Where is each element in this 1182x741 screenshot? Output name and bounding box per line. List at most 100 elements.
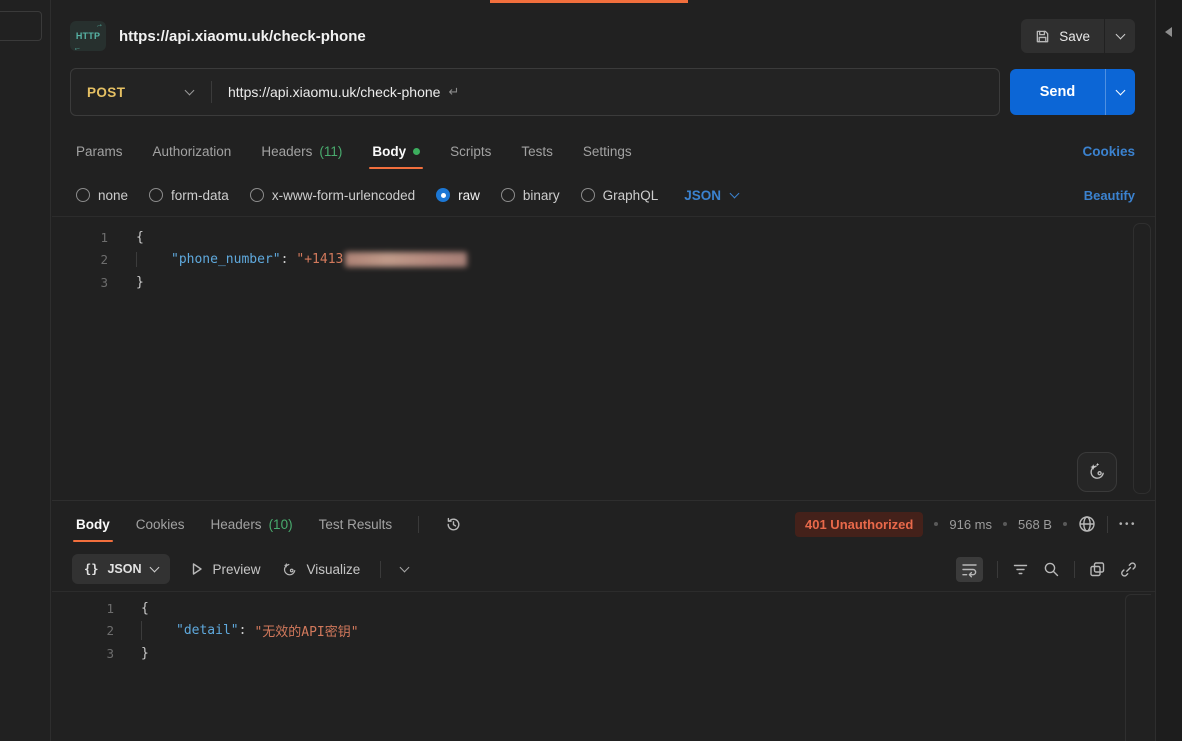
url-box: POST https://api.xiaomu.uk/check-phone ↵ <box>70 68 1000 116</box>
tab-tests[interactable]: Tests <box>521 128 553 174</box>
beautify-link[interactable]: Beautify <box>1084 188 1135 203</box>
body-type-urlencoded[interactable]: x-www-form-urlencoded <box>250 188 415 203</box>
tab-authorization[interactable]: Authorization <box>153 128 232 174</box>
tab-body[interactable]: Body <box>372 128 420 174</box>
share-link-button[interactable] <box>1120 561 1137 578</box>
divider <box>1074 561 1075 578</box>
wrap-text-button[interactable] <box>956 557 983 582</box>
line-number: 2 <box>52 623 114 638</box>
body-type-graphql[interactable]: GraphQL <box>581 188 659 203</box>
line-number: 1 <box>52 230 108 245</box>
postbot-button[interactable] <box>1077 452 1117 492</box>
line-number: 2 <box>52 252 108 267</box>
response-size[interactable]: 568 B <box>1018 517 1052 532</box>
response-time[interactable]: 916 ms <box>949 517 992 532</box>
chevron-down-icon[interactable] <box>400 562 410 572</box>
dot-separator <box>1003 522 1007 526</box>
globe-icon <box>1078 515 1096 533</box>
divider <box>997 561 998 578</box>
tab-params[interactable]: Params <box>76 128 123 174</box>
history-clock-icon <box>445 516 462 533</box>
tab-scripts[interactable]: Scripts <box>450 128 491 174</box>
response-tab-body[interactable]: Body <box>76 501 110 547</box>
search-icon <box>1043 561 1060 578</box>
visualize-button[interactable]: Visualize <box>281 561 361 578</box>
status-badge[interactable]: 401 Unauthorized <box>795 512 923 537</box>
response-tab-headers[interactable]: Headers (10) <box>211 501 293 547</box>
divider <box>380 561 381 578</box>
visualize-sparkle-icon <box>281 561 298 578</box>
line-number: 1 <box>52 601 114 616</box>
active-tab-indicator <box>490 0 688 3</box>
tab-label: Authorization <box>153 144 232 159</box>
redacted-value-blur <box>345 252 467 267</box>
tab-label: Body <box>372 144 406 159</box>
save-label: Save <box>1059 29 1090 44</box>
postbot-sparkle-icon <box>1087 462 1107 482</box>
main-panel: → HTTP ← https://api.xiaomu.uk/check-pho… <box>52 0 1155 741</box>
response-tab-cookies[interactable]: Cookies <box>136 501 185 547</box>
code-line: 2 "detail" : "无效的API密钥" <box>52 620 1155 643</box>
code-token: : <box>239 623 247 638</box>
code-line: 2 "phone_number" : "+1413 <box>52 249 1155 272</box>
request-body-editor[interactable]: 1 { 2 "phone_number" : "+1413 3 } <box>52 216 1155 500</box>
format-label: JSON <box>684 188 721 203</box>
radio-label: none <box>98 188 128 203</box>
cookies-link[interactable]: Cookies <box>1082 144 1135 159</box>
save-icon <box>1035 29 1050 44</box>
filter-button[interactable] <box>1012 561 1029 578</box>
response-tabs: Body Cookies Headers (10) Test Results <box>52 501 1155 547</box>
tab-label: Body <box>76 517 110 532</box>
response-format-selector[interactable]: {} JSON <box>72 554 170 584</box>
radio-label: form-data <box>171 188 229 203</box>
raw-format-selector[interactable]: JSON <box>684 188 738 203</box>
request-tabs: Params Authorization Headers (11) Body S… <box>52 128 1155 174</box>
json-value: "+1413 <box>296 252 343 267</box>
scrollbar-track[interactable] <box>1125 594 1151 741</box>
postman-window: → HTTP ← https://api.xiaomu.uk/check-pho… <box>0 0 1182 741</box>
method-selector[interactable]: POST <box>71 85 211 100</box>
http-badge-label: HTTP <box>76 31 100 41</box>
url-input[interactable]: https://api.xiaomu.uk/check-phone ↵ <box>212 84 459 100</box>
line-number: 3 <box>52 646 114 661</box>
radio-icon <box>250 188 264 202</box>
network-info-button[interactable] <box>1078 515 1096 533</box>
save-options-button[interactable] <box>1105 19 1135 53</box>
radio-icon <box>149 188 163 202</box>
tab-label: Tests <box>521 144 553 159</box>
send-options-button[interactable] <box>1105 69 1135 115</box>
save-button[interactable]: Save <box>1021 19 1104 53</box>
radio-icon <box>76 188 90 202</box>
search-button[interactable] <box>1043 561 1060 578</box>
radio-label: binary <box>523 188 560 203</box>
tab-label: Params <box>76 144 123 159</box>
request-bar: POST https://api.xiaomu.uk/check-phone ↵… <box>52 64 1155 128</box>
chevron-down-icon <box>1116 85 1126 95</box>
tab-headers[interactable]: Headers (11) <box>261 128 342 174</box>
tab-settings[interactable]: Settings <box>583 128 632 174</box>
code-token: : <box>281 252 289 267</box>
scrollbar-track[interactable] <box>1133 223 1151 494</box>
request-header: → HTTP ← https://api.xiaomu.uk/check-pho… <box>52 8 1155 64</box>
send-button[interactable]: Send <box>1010 69 1105 115</box>
save-button-group: Save <box>1021 19 1135 53</box>
response-body-editor[interactable]: 1 { 2 "detail" : "无效的API密钥" 3 } <box>52 591 1155 741</box>
request-title: https://api.xiaomu.uk/check-phone <box>119 28 366 45</box>
code-line: 1 { <box>52 226 1155 249</box>
body-type-form-data[interactable]: form-data <box>149 188 229 203</box>
chevron-down-icon <box>730 188 740 198</box>
preview-button[interactable]: Preview <box>190 562 261 577</box>
right-collapsed-panel[interactable] <box>1155 0 1182 741</box>
response-history-button[interactable] <box>445 516 462 533</box>
body-type-none[interactable]: none <box>76 188 128 203</box>
response-tab-test-results[interactable]: Test Results <box>319 501 393 547</box>
arrow-left-icon: ← <box>72 42 82 53</box>
headers-count: (10) <box>269 517 293 532</box>
sidebar-partial-item[interactable] <box>0 11 42 41</box>
radio-icon <box>501 188 515 202</box>
body-type-raw[interactable]: raw <box>436 188 480 203</box>
more-options-icon[interactable]: ••• <box>1119 519 1137 530</box>
copy-button[interactable] <box>1089 561 1106 578</box>
play-icon <box>190 562 204 576</box>
body-type-binary[interactable]: binary <box>501 188 560 203</box>
